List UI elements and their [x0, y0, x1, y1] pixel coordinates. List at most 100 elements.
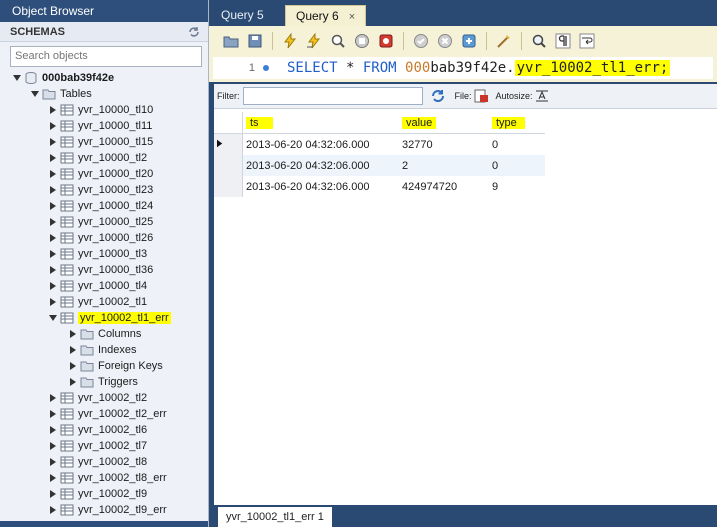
- table-node[interactable]: yvr_10000_tl25: [0, 214, 207, 230]
- collapsed-arrow-icon[interactable]: [68, 345, 78, 355]
- table-child-node[interactable]: Triggers: [0, 374, 207, 390]
- cell-ts[interactable]: 2013-06-20 04:32:06.000: [242, 155, 399, 176]
- find-icon[interactable]: [529, 31, 549, 51]
- column-header-ts[interactable]: ts: [242, 112, 399, 134]
- sql-line[interactable]: 1 SELECT * FROM 000 bab39f42e. yvr_10002_t…: [213, 57, 713, 79]
- result-tab[interactable]: yvr_10002_tl1_err 1: [218, 507, 332, 527]
- table-node[interactable]: yvr_10000_tl26: [0, 230, 207, 246]
- filter-input[interactable]: [242, 87, 423, 105]
- tab-query-6[interactable]: Query 6 ×: [285, 5, 367, 27]
- table-node[interactable]: yvr_10002_tl2: [0, 390, 207, 406]
- collapsed-arrow-icon[interactable]: [48, 233, 58, 243]
- collapsed-arrow-icon[interactable]: [48, 137, 58, 147]
- table-node[interactable]: yvr_10000_tl3: [0, 246, 207, 262]
- table-node[interactable]: yvr_10000_tl36: [0, 262, 207, 278]
- cell-ts[interactable]: 2013-06-20 04:32:06.000: [243, 134, 400, 156]
- table-child-node[interactable]: Foreign Keys: [0, 358, 207, 374]
- expand-arrow-icon[interactable]: [48, 313, 58, 323]
- collapsed-arrow-icon[interactable]: [48, 473, 58, 483]
- collapsed-arrow-icon[interactable]: [48, 169, 58, 179]
- collapsed-arrow-icon[interactable]: [48, 185, 58, 195]
- autocommit-icon[interactable]: [459, 31, 479, 51]
- beautify-icon[interactable]: [494, 31, 514, 51]
- table-node-expanded[interactable]: yvr_10002_tl1_err: [0, 310, 207, 326]
- collapsed-arrow-icon[interactable]: [48, 201, 58, 211]
- cell-value[interactable]: 2: [399, 155, 489, 176]
- collapsed-arrow-icon[interactable]: [48, 409, 58, 419]
- stop-on-error-icon[interactable]: [376, 31, 396, 51]
- collapsed-arrow-icon[interactable]: [48, 153, 58, 163]
- row-selector[interactable]: [214, 155, 243, 176]
- cell-type[interactable]: 0: [489, 134, 545, 156]
- open-file-icon[interactable]: [221, 31, 241, 51]
- table-node[interactable]: yvr_10000_tl15: [0, 134, 207, 150]
- save-icon[interactable]: [245, 31, 265, 51]
- table-node[interactable]: yvr_10002_tl9: [0, 486, 207, 502]
- collapsed-arrow-icon[interactable]: [68, 377, 78, 387]
- explain-icon[interactable]: [328, 31, 348, 51]
- table-node[interactable]: yvr_10002_tl8: [0, 454, 207, 470]
- cell-type[interactable]: 0: [489, 155, 545, 176]
- execute-icon[interactable]: [280, 31, 300, 51]
- expand-arrow-icon[interactable]: [30, 89, 40, 99]
- cell-type[interactable]: 9: [489, 176, 545, 197]
- collapsed-arrow-icon[interactable]: [48, 457, 58, 467]
- refresh-result-icon[interactable]: [429, 86, 447, 106]
- collapsed-arrow-icon[interactable]: [48, 425, 58, 435]
- stop-icon[interactable]: [352, 31, 372, 51]
- collapsed-arrow-icon[interactable]: [48, 105, 58, 115]
- column-header-value[interactable]: value: [399, 112, 489, 134]
- collapsed-arrow-icon[interactable]: [48, 249, 58, 259]
- table-node[interactable]: yvr_10000_tl20: [0, 166, 207, 182]
- result-row[interactable]: 2013-06-20 04:32:06.000 32770 0: [214, 133, 545, 156]
- row-selector[interactable]: [214, 133, 243, 155]
- collapsed-arrow-icon[interactable]: [48, 393, 58, 403]
- execute-current-icon[interactable]: [304, 31, 324, 51]
- column-header-type[interactable]: type: [489, 112, 545, 134]
- collapsed-arrow-icon[interactable]: [68, 361, 78, 371]
- close-tab-icon[interactable]: ×: [349, 11, 355, 23]
- table-node[interactable]: yvr_10002_tl9_err: [0, 502, 207, 518]
- table-node[interactable]: yvr_10002_tl1: [0, 294, 207, 310]
- search-objects-box[interactable]: [10, 46, 202, 67]
- table-node[interactable]: yvr_10002_tl8_err: [0, 470, 207, 486]
- invisible-chars-icon[interactable]: [553, 31, 573, 51]
- table-node[interactable]: yvr_10000_tl11: [0, 118, 207, 134]
- autosize-icon[interactable]: [533, 86, 551, 106]
- refresh-schemas-icon[interactable]: [188, 26, 200, 38]
- cell-ts[interactable]: 2013-06-20 04:32:06.000: [243, 176, 400, 197]
- tab-query-5[interactable]: Query 5: [211, 5, 274, 26]
- collapsed-arrow-icon[interactable]: [48, 489, 58, 499]
- cell-value[interactable]: 424974720: [399, 176, 489, 197]
- result-row[interactable]: 2013-06-20 04:32:06.000 424974720 9: [214, 176, 545, 197]
- table-node[interactable]: yvr_10000_tl10: [0, 102, 207, 118]
- cell-value[interactable]: 32770: [399, 134, 489, 156]
- commit-icon[interactable]: [411, 31, 431, 51]
- table-node[interactable]: yvr_10002_tl2_err: [0, 406, 207, 422]
- collapsed-arrow-icon[interactable]: [48, 265, 58, 275]
- table-node[interactable]: yvr_10002_tl7: [0, 438, 207, 454]
- expand-arrow-icon[interactable]: [12, 73, 22, 83]
- schema-node[interactable]: 000bab39f42e: [0, 70, 207, 86]
- word-wrap-icon[interactable]: [577, 31, 597, 51]
- table-node[interactable]: yvr_10000_tl4: [0, 278, 207, 294]
- table-child-node[interactable]: Indexes: [0, 342, 207, 358]
- export-file-icon[interactable]: [472, 86, 490, 106]
- collapsed-arrow-icon[interactable]: [48, 441, 58, 451]
- collapsed-arrow-icon[interactable]: [48, 281, 58, 291]
- collapsed-arrow-icon[interactable]: [48, 297, 58, 307]
- collapsed-arrow-icon[interactable]: [68, 329, 78, 339]
- table-node[interactable]: yvr_10000_tl23: [0, 182, 207, 198]
- table-child-node[interactable]: Columns: [0, 326, 207, 342]
- table-node[interactable]: yvr_10002_tl6: [0, 422, 207, 438]
- rollback-icon[interactable]: [435, 31, 455, 51]
- collapsed-arrow-icon[interactable]: [48, 505, 58, 515]
- table-node[interactable]: yvr_10000_tl24: [0, 198, 207, 214]
- row-selector[interactable]: [214, 176, 243, 197]
- search-objects-input[interactable]: [11, 47, 199, 64]
- result-row[interactable]: 2013-06-20 04:32:06.000 2 0: [214, 155, 545, 176]
- tables-node[interactable]: Tables: [0, 86, 207, 102]
- table-node[interactable]: yvr_10000_tl2: [0, 150, 207, 166]
- collapsed-arrow-icon[interactable]: [48, 217, 58, 227]
- collapsed-arrow-icon[interactable]: [48, 121, 58, 131]
